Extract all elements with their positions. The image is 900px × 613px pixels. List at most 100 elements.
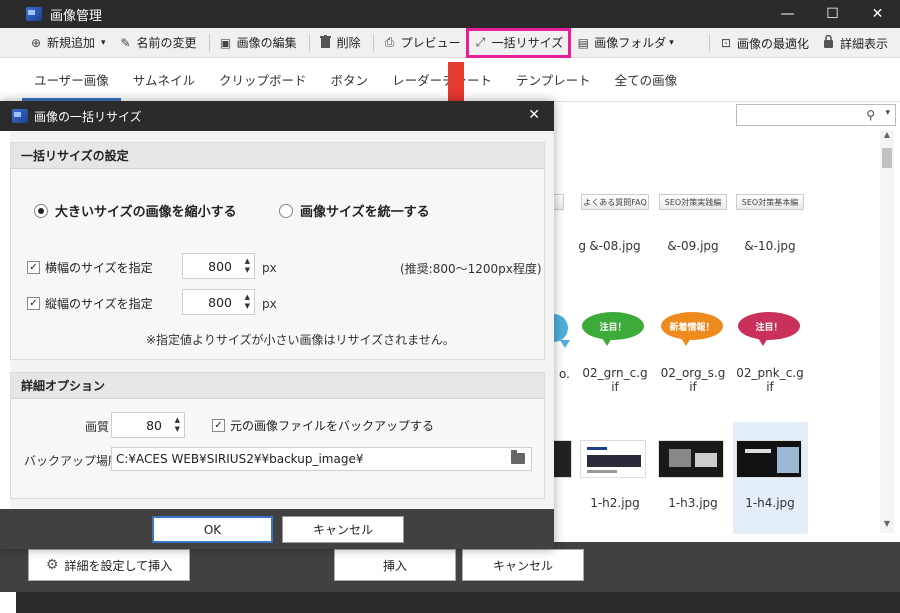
radio-unify-size[interactable]: 画像サイズを統一する bbox=[279, 201, 430, 220]
vertical-scrollbar[interactable]: ▲ ▼ bbox=[880, 130, 894, 533]
backup-path-input[interactable]: C:¥ACES WEB¥SIRIUS2¥¥backup_image¥ bbox=[111, 447, 532, 471]
backup-checkbox[interactable]: ✓ 元の画像ファイルをバックアップする bbox=[212, 417, 434, 434]
stepper-arrows-icon[interactable]: ▲ ▼ bbox=[245, 257, 250, 275]
screenshot-thumb[interactable] bbox=[736, 440, 802, 478]
preview-label: プレビュー bbox=[400, 36, 461, 50]
thumbnail-caption: &-10.jpg bbox=[744, 239, 796, 253]
detail-options-heading: 詳細オプション bbox=[11, 373, 544, 399]
stepper-arrows-icon[interactable]: ▲ ▼ bbox=[175, 416, 180, 434]
bubble-image-thumb[interactable]: 新着情報！ bbox=[661, 312, 723, 346]
edit-image-button[interactable]: ▣ 画像の編集 bbox=[214, 31, 302, 55]
new-add-button[interactable]: ⊕ 新規追加 ▾ bbox=[24, 31, 111, 55]
toolbar-right: ⊡ 画像の最適化 詳細表示 bbox=[705, 31, 896, 55]
detail-insert-button[interactable]: ⚙ 詳細を設定して挿入 bbox=[28, 549, 190, 581]
screenshot-thumb[interactable] bbox=[580, 440, 646, 478]
lock-icon bbox=[822, 34, 836, 51]
height-stepper[interactable]: 800 ▲ ▼ bbox=[182, 289, 255, 315]
search-input[interactable]: ⚲ ▾ bbox=[736, 104, 896, 126]
recommend-text: (推奨:800〜1200px程度) bbox=[400, 262, 542, 276]
quality-label: 画質 bbox=[85, 420, 110, 434]
folder-icon[interactable] bbox=[511, 450, 525, 464]
resize-icon: ⤢ bbox=[475, 35, 486, 49]
image-folder-label: 画像フォルダ bbox=[594, 36, 667, 50]
checkmark-icon: ✓ bbox=[212, 419, 225, 432]
radio-shrink-large[interactable]: 大きいサイズの画像を縮小する bbox=[34, 201, 237, 220]
bubble-image-thumb[interactable]: 注目！ bbox=[738, 312, 800, 346]
tab-thumbnails[interactable]: サムネイル bbox=[121, 70, 207, 101]
height-checkbox[interactable]: ✓ 縦幅のサイズを指定 bbox=[27, 295, 153, 312]
radio-unselected-icon bbox=[279, 203, 293, 218]
rename-button[interactable]: ✎ 名前の変更 bbox=[114, 31, 202, 55]
plus-circle-icon: ⊕ bbox=[30, 35, 42, 50]
delete-button[interactable]: 削除 bbox=[314, 31, 366, 55]
radio-unify-label: 画像サイズを統一する bbox=[300, 205, 430, 220]
minimize-button[interactable]: — bbox=[765, 0, 810, 28]
button-image-thumb[interactable]: SEO対策基本編 bbox=[736, 194, 804, 210]
image-folder-button[interactable]: ▤ 画像フォルダ ▾ bbox=[571, 31, 679, 55]
selected-thumbnail-highlight bbox=[733, 422, 808, 534]
chevron-down-icon[interactable]: ▾ bbox=[885, 108, 890, 118]
scroll-up-icon[interactable]: ▲ bbox=[880, 130, 894, 144]
optimize-image-label: 画像の最適化 bbox=[736, 36, 809, 51]
checkmark-icon: ✓ bbox=[27, 297, 40, 310]
width-label: 横幅のサイズを指定 bbox=[45, 261, 153, 275]
bulk-resize-label: 一括リサイズ bbox=[491, 36, 564, 50]
width-checkbox[interactable]: ✓ 横幅のサイズを指定 bbox=[27, 259, 153, 276]
width-value: 800 bbox=[208, 258, 232, 274]
window-close-button[interactable]: ✕ bbox=[855, 0, 900, 28]
detail-view-label: 詳細表示 bbox=[839, 36, 888, 51]
bubble-image-thumb[interactable]: 注目！ bbox=[582, 312, 644, 346]
width-unit: px bbox=[262, 261, 277, 275]
thumbnail-caption: 1-h2.jpg bbox=[590, 496, 640, 510]
dialog-title: 画像の一括リサイズ bbox=[34, 109, 142, 124]
radio-selected-icon bbox=[34, 203, 48, 218]
preview-button[interactable]: ⎙ プレビュー bbox=[378, 31, 466, 55]
optimize-icon: ⊡ bbox=[720, 36, 731, 50]
screenshot-thumb[interactable] bbox=[658, 440, 724, 478]
toolbar-separator bbox=[372, 33, 374, 52]
button-image-thumb[interactable]: SEO対策実践編 bbox=[659, 194, 727, 210]
backup-location-label: バックアップ場所 bbox=[24, 454, 121, 468]
optimize-image-button[interactable]: ⊡ 画像の最適化 bbox=[714, 31, 814, 55]
window-controls: — ☐ ✕ bbox=[765, 0, 900, 28]
preview-icon: ⎙ bbox=[384, 35, 395, 49]
tab-clipboard[interactable]: クリップボード bbox=[207, 70, 319, 101]
backup-path-value: C:¥ACES WEB¥SIRIUS2¥¥backup_image¥ bbox=[116, 452, 364, 466]
gear-icon: ⚙ bbox=[45, 557, 59, 573]
checkmark-icon: ✓ bbox=[27, 261, 40, 274]
bottom-strip bbox=[16, 592, 900, 613]
maximize-button[interactable]: ☐ bbox=[810, 0, 855, 28]
pencil-icon: ✎ bbox=[120, 35, 131, 50]
bulk-resize-button[interactable]: ⤢ 一括リサイズ bbox=[465, 27, 572, 58]
stepper-arrows-icon[interactable]: ▲ ▼ bbox=[245, 293, 250, 311]
ok-button[interactable]: OK bbox=[152, 516, 273, 543]
height-unit: px bbox=[262, 297, 277, 311]
width-stepper[interactable]: 800 ▲ ▼ bbox=[182, 253, 255, 279]
search-icon[interactable]: ⚲ bbox=[866, 108, 875, 122]
close-icon[interactable]: ✕ bbox=[528, 107, 540, 123]
radio-shrink-label: 大きいサイズの画像を縮小する bbox=[55, 205, 237, 220]
scrollbar-thumb[interactable] bbox=[882, 148, 892, 168]
quality-stepper[interactable]: 80 ▲ ▼ bbox=[111, 412, 185, 438]
detail-options-group: 詳細オプション bbox=[10, 372, 545, 499]
height-label: 縦幅のサイズを指定 bbox=[45, 297, 153, 311]
dialog-cancel-button[interactable]: キャンセル bbox=[282, 516, 404, 543]
tab-user-images[interactable]: ユーザー画像 bbox=[22, 70, 121, 101]
resize-note: ※指定値よりサイズが小さい画像はリサイズされません。 bbox=[146, 333, 455, 347]
dialog-footer bbox=[0, 509, 554, 549]
cancel-button[interactable]: キャンセル bbox=[462, 549, 584, 581]
new-add-label: 新規追加 bbox=[47, 36, 96, 50]
thumbnail-caption: &-08.jpg bbox=[589, 239, 641, 253]
height-value: 800 bbox=[208, 294, 232, 310]
button-image-thumb[interactable]: よくある質問FAQ bbox=[581, 194, 649, 210]
tab-templates[interactable]: テンプレート bbox=[504, 70, 603, 101]
dialog-title-bar: 画像の一括リサイズ ✕ bbox=[0, 101, 554, 131]
insert-button[interactable]: 挿入 bbox=[334, 549, 456, 581]
image-folder-icon: ▤ bbox=[577, 35, 589, 50]
tab-buttons[interactable]: ボタン bbox=[319, 70, 381, 101]
thumbnail-caption: 02_pnk_c.g if bbox=[736, 366, 804, 394]
detail-view-button[interactable]: 詳細表示 bbox=[817, 31, 893, 55]
window-title: 画像管理 bbox=[50, 8, 103, 24]
scroll-down-icon[interactable]: ▼ bbox=[880, 519, 894, 533]
tab-all-images[interactable]: 全ての画像 bbox=[603, 70, 690, 101]
